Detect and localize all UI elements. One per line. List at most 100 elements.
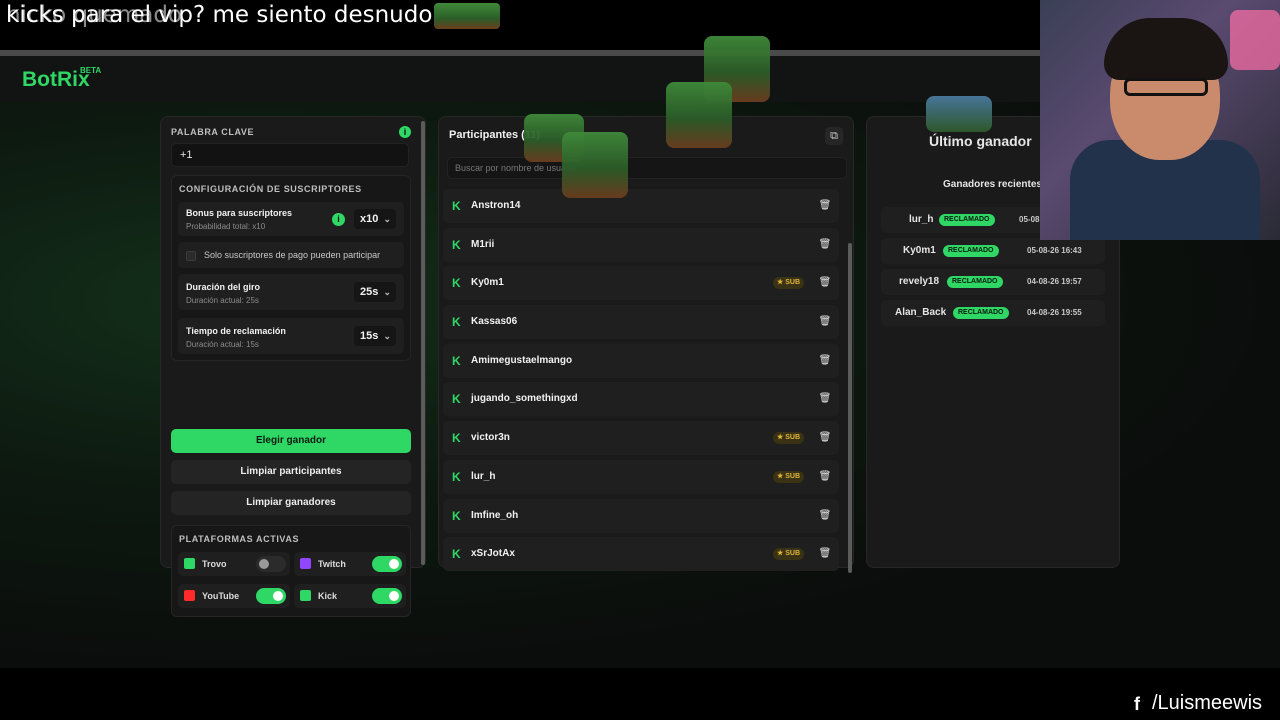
kick-icon: K <box>452 315 461 330</box>
emote-icon <box>434 2 501 29</box>
participant-row[interactable]: K Kassas06 🗑 <box>443 305 839 340</box>
platform-label: Kick <box>318 591 338 601</box>
settings-scrollbar[interactable] <box>421 121 425 565</box>
claimed-badge: RECLAMADO <box>947 276 1003 288</box>
sub-badge: ★ SUB <box>773 470 805 483</box>
kick-icon <box>300 590 311 601</box>
sub-label: SUB <box>785 472 801 480</box>
emote-icon <box>562 132 628 198</box>
bonus-row: Bonus para suscriptores Probabilidad tot… <box>178 202 404 236</box>
stream-frame: nicko quemado kicks para el vip? me sien… <box>0 0 1280 720</box>
trovo-toggle[interactable] <box>256 556 286 572</box>
spin-duration-row: Duración del giro Duración actual: 25s 2… <box>178 274 404 310</box>
kick-icon: K <box>452 469 461 484</box>
participant-name: Anstron14 <box>471 200 521 211</box>
winner-date: 04-08-26 19:57 <box>1027 277 1082 286</box>
beta-badge: BETA <box>80 66 102 75</box>
sub-badge: ★ SUB <box>773 277 805 290</box>
paid-only-checkbox[interactable] <box>186 251 196 261</box>
trash-icon[interactable]: 🗑 <box>817 237 833 253</box>
app-header: BotRix BETA <box>0 56 1040 102</box>
participants-scrollbar[interactable] <box>848 243 852 573</box>
facebook-icon: f <box>1134 694 1140 714</box>
trovo-icon <box>184 558 195 569</box>
participant-name: Ky0m1 <box>471 277 504 289</box>
platform-label: Twitch <box>318 559 346 569</box>
platforms-section: PLATAFORMAS ACTIVAS Trovo Twitch YouTube <box>171 525 411 617</box>
participant-name: jugando_somethingxd <box>471 393 578 405</box>
participant-row[interactable]: KxSrJotAx ★ SUB 🗑 <box>443 537 839 572</box>
copy-icon[interactable]: ⧉ <box>825 127 843 145</box>
trash-icon[interactable]: 🗑 <box>817 314 833 330</box>
claimed-badge: RECLAMADO <box>939 214 995 226</box>
paid-only-row[interactable]: Solo suscriptores de pago pueden partici… <box>178 242 404 268</box>
kick-toggle[interactable] <box>372 588 402 604</box>
winner-name: revely18 <box>899 276 940 287</box>
streamer-glasses <box>1124 78 1208 96</box>
kick-icon: K <box>452 431 461 446</box>
participant-row[interactable]: K Anstron14 🗑 <box>443 189 839 223</box>
participant-name: Amimegustaelmango <box>471 354 573 366</box>
recent-winners-title: Ganadores recientes <box>943 179 1042 190</box>
clear-participants-button[interactable]: Limpiar participantes <box>171 460 411 484</box>
trash-icon[interactable]: 🗑 <box>817 508 833 524</box>
emote-icon <box>926 96 992 132</box>
participant-name: Kassas06 <box>471 316 518 328</box>
pick-winner-button[interactable]: Elegir ganador <box>171 429 411 453</box>
clear-winners-button[interactable]: Limpiar ganadores <box>171 491 411 515</box>
trash-icon[interactable]: 🗑 <box>817 198 833 214</box>
participants-panel: Participantes (11) ⧉ KAnstron14🗑KM1rii🗑K… <box>438 116 854 573</box>
trash-icon[interactable]: 🗑 <box>817 546 833 562</box>
participant-name: lur_h <box>471 470 496 482</box>
participant-row[interactable]: K Imfine_oh 🗑 <box>443 498 839 533</box>
search-input[interactable] <box>447 157 847 179</box>
winner-name: Ky0m1 <box>903 245 936 256</box>
trash-icon[interactable]: 🗑 <box>817 469 833 485</box>
star-icon: ★ <box>777 279 786 287</box>
bonus-title: Bonus para suscriptores <box>186 208 293 218</box>
winner-date: 05-08 <box>1019 215 1040 224</box>
participant-row[interactable]: K M1rii 🗑 <box>443 227 839 262</box>
kick-icon: K <box>452 547 461 562</box>
chevron-down-icon: ⌄ <box>383 214 391 224</box>
winner-row: revely18 RECLAMADO 04-08-26 19:57 <box>881 269 1105 295</box>
trash-icon[interactable]: 🗑 <box>817 275 833 291</box>
neon-sign <box>1230 10 1280 70</box>
sub-badge: ★ SUB <box>773 548 805 561</box>
winner-date: 05-08-26 16:43 <box>1027 246 1082 255</box>
participant-row[interactable]: Kjugando_somethingxd 🗑 <box>443 382 839 417</box>
participant-row[interactable]: K Amimegustaelmango 🗑 <box>443 343 839 378</box>
platforms-title: PLATAFORMAS ACTIVAS <box>179 534 300 544</box>
paid-only-label: Solo suscriptores de pago pueden partici… <box>204 250 381 260</box>
keyword-input[interactable] <box>171 143 409 167</box>
claimed-badge: RECLAMADO <box>943 245 999 257</box>
claim-time-row: Tiempo de reclamación Duración actual: 1… <box>178 318 404 354</box>
settings-panel: PALABRA CLAVE i CONFIGURACIÓN DE SUSCRIP… <box>160 116 426 617</box>
trash-icon[interactable]: 🗑 <box>817 353 833 369</box>
participant-row[interactable]: Kvictor3n ★ SUB 🗑 <box>443 421 839 456</box>
youtube-toggle[interactable] <box>256 588 286 604</box>
winner-row: Alan_Back RECLAMADO 04-08-26 19:55 <box>881 300 1105 326</box>
spin-duration-select[interactable]: 25s ⌄ <box>354 282 396 302</box>
trash-icon[interactable]: 🗑 <box>817 430 833 446</box>
participant-name: victor3n <box>471 432 510 444</box>
participant-row[interactable]: Klur_h ★ SUB 🗑 <box>443 459 839 494</box>
chat-message: kicks para el vip? me siento desnudo <box>6 2 501 29</box>
platform-kick: Kick <box>294 584 406 608</box>
winner-name: Alan_Back <box>895 307 947 318</box>
info-icon[interactable]: i <box>399 126 411 138</box>
last-winner-title: Último ganador <box>929 133 1032 149</box>
claim-time-select[interactable]: 15s ⌄ <box>354 326 396 346</box>
info-icon[interactable]: i <box>332 213 345 226</box>
chevron-down-icon: ⌄ <box>383 331 391 341</box>
twitch-toggle[interactable] <box>372 556 402 572</box>
kick-icon: K <box>452 508 461 523</box>
sub-label: SUB <box>785 550 801 558</box>
participant-name: xSrJotAx <box>471 548 515 560</box>
trash-icon[interactable]: 🗑 <box>817 391 833 407</box>
kick-icon: K <box>452 353 461 368</box>
bonus-select[interactable]: x10 ⌄ <box>354 209 396 229</box>
emote-icon <box>666 82 732 148</box>
chevron-down-icon: ⌄ <box>383 287 391 297</box>
participant-row[interactable]: K Ky0m1 ★ SUB 🗑 <box>443 266 839 301</box>
